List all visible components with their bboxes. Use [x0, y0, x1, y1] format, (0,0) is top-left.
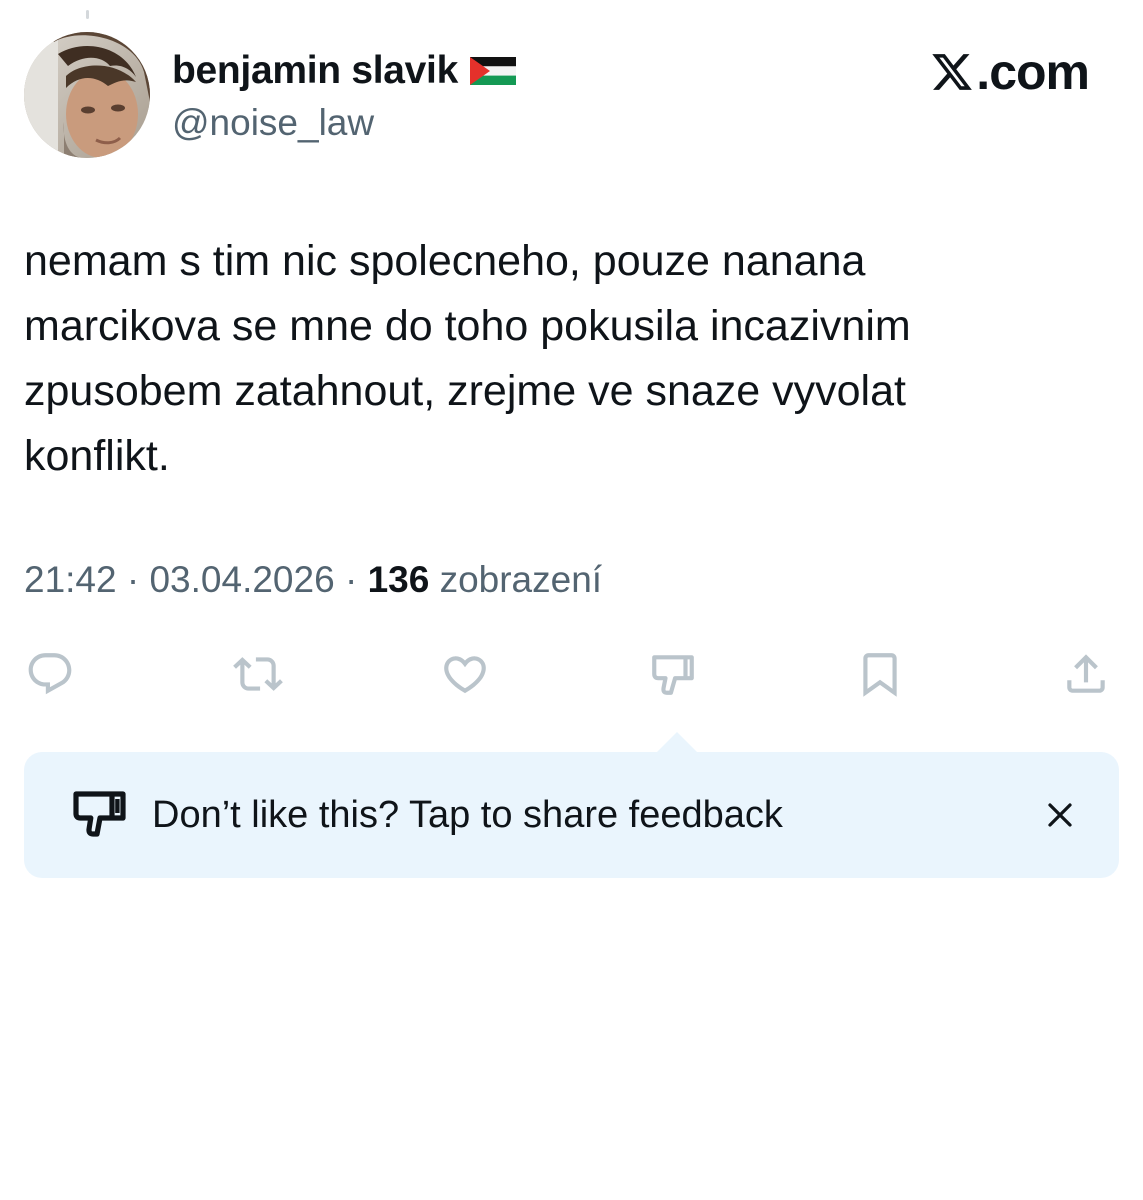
display-name[interactable]: benjamin slavik — [172, 46, 458, 96]
feedback-icon-wrap — [72, 790, 128, 840]
tweet-text: nemam s tim nic spolecneho, pouze nanana… — [24, 237, 911, 480]
feedback-text[interactable]: Don’t like this? Tap to share feedback — [152, 790, 783, 840]
views-count: 136 — [367, 559, 430, 600]
display-name-row[interactable]: benjamin slavik — [172, 46, 516, 96]
tweet-date[interactable]: 03.04.2026 — [149, 559, 334, 600]
retweet-icon — [233, 657, 283, 691]
views-label: zobrazení — [439, 559, 603, 600]
tweet-meta: 21:42 · 03.04.2026 · 136 zobrazení — [24, 555, 602, 605]
reply-icon — [28, 653, 72, 695]
action-bar — [0, 640, 1143, 708]
reply-button[interactable] — [16, 640, 84, 708]
heart-icon — [444, 656, 486, 694]
avatar[interactable] — [24, 32, 150, 158]
thumbs-down-icon — [652, 655, 694, 695]
meta-separator: · — [344, 559, 358, 600]
close-icon — [1048, 803, 1072, 827]
thumbs-down-icon — [73, 791, 126, 837]
top-edge-mark — [86, 10, 89, 19]
tweet-time[interactable]: 21:42 — [24, 559, 117, 600]
feedback-prompt[interactable]: Don’t like this? Tap to share feedback — [24, 752, 1119, 878]
bookmark-button[interactable] — [846, 640, 914, 708]
feedback-pointer — [655, 732, 699, 754]
x-logo-icon — [932, 54, 973, 90]
username-handle[interactable]: @noise_law — [172, 99, 374, 147]
avatar-photo — [24, 32, 150, 158]
dislike-button[interactable] — [639, 640, 707, 708]
share-icon — [1067, 654, 1105, 693]
close-button[interactable] — [1037, 792, 1083, 838]
palestine-flag-icon — [469, 57, 516, 85]
like-button[interactable] — [431, 640, 499, 708]
site-logo-text: .com — [976, 44, 1090, 100]
retweet-button[interactable] — [224, 640, 292, 708]
meta-separator: · — [126, 559, 140, 600]
site-logo: .com — [930, 42, 1090, 102]
bookmark-icon — [863, 653, 897, 697]
share-button[interactable] — [1052, 640, 1120, 708]
